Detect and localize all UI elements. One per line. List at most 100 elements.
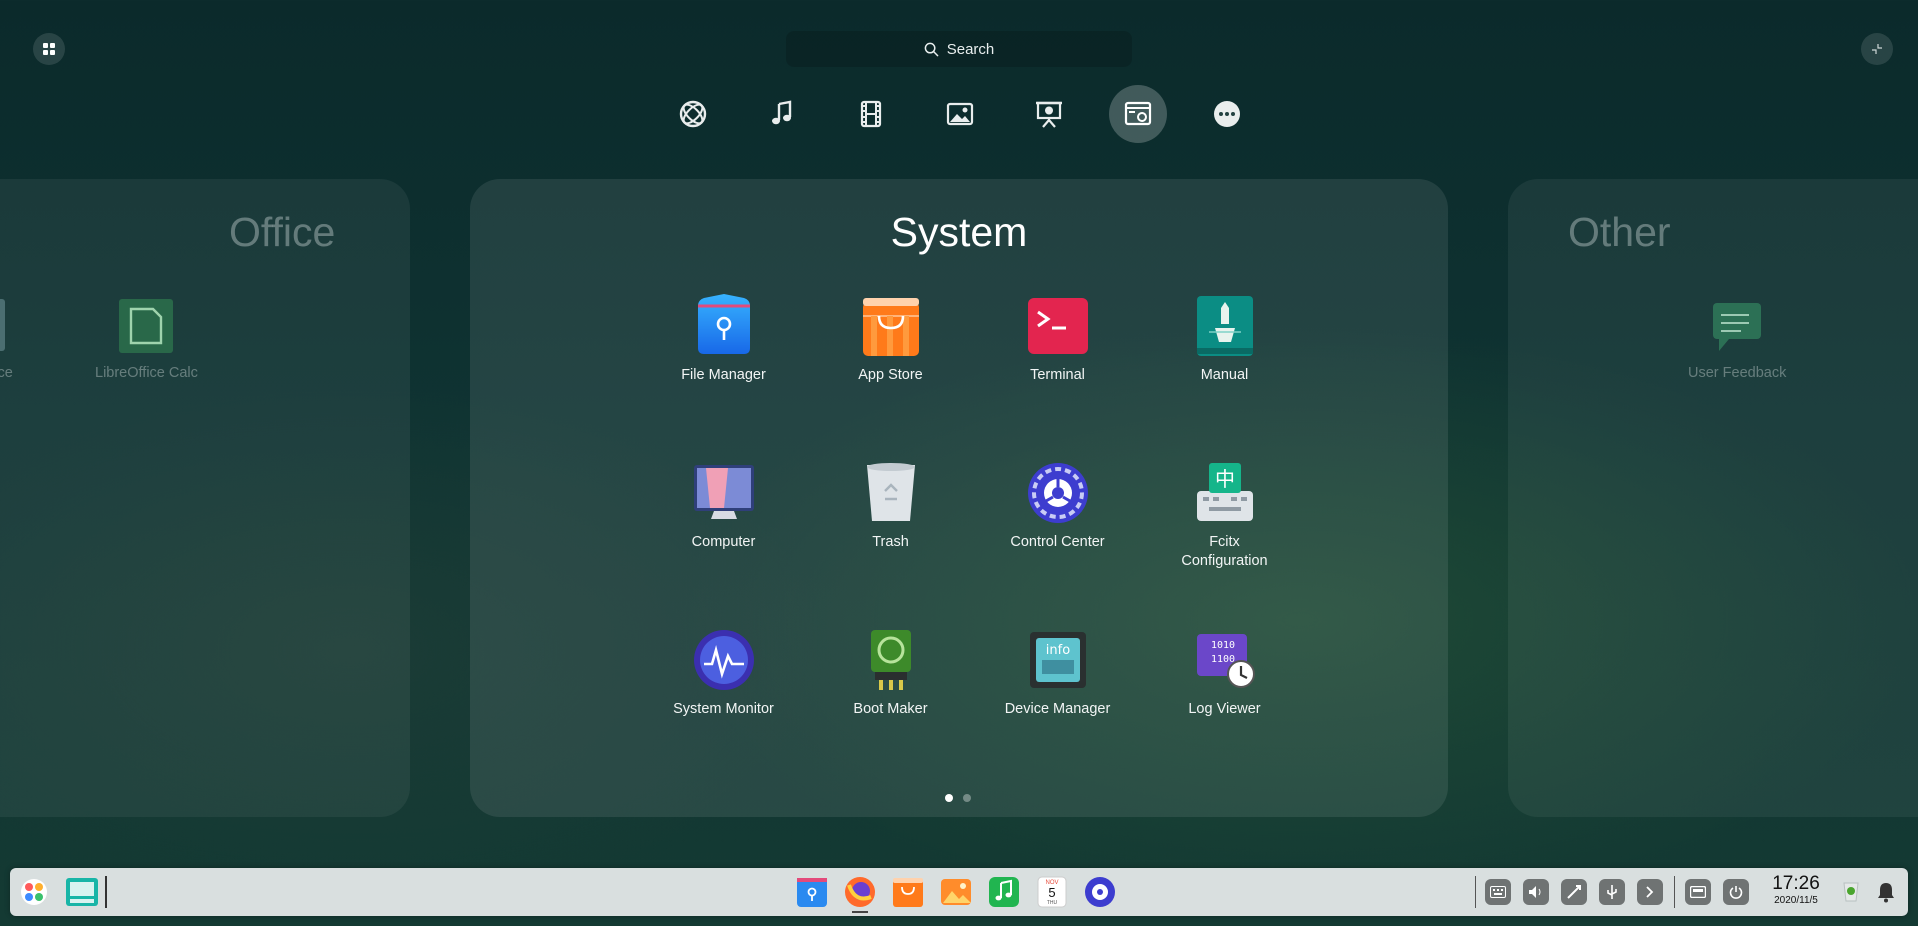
dock-music[interactable] (986, 874, 1022, 910)
app-label: User Feedback (1688, 365, 1787, 381)
multitasking-view-button[interactable] (64, 874, 100, 910)
control-center-icon (1027, 463, 1088, 523)
dock-app-store[interactable] (890, 874, 926, 910)
libreoffice-calc-icon (119, 299, 174, 353)
app-label: Control Center (1010, 534, 1105, 550)
system-monitor-icon (693, 630, 754, 690)
multitasking-icon (66, 878, 98, 906)
music-icon (989, 877, 1019, 907)
category-panel-office[interactable]: Office Office LibreOffice Calc (0, 179, 410, 817)
dock-calendar[interactable]: NOV 5 THU (1034, 874, 1070, 910)
show-desktop-button[interactable] (1685, 879, 1711, 905)
category-video[interactable] (842, 85, 900, 143)
clock[interactable]: 17:26 2020/11/5 (1766, 874, 1826, 908)
app-grid: File Manager App Store Terminal Manual C… (640, 294, 1310, 795)
app-computer[interactable]: Computer (640, 461, 807, 628)
category-graphics[interactable] (931, 85, 989, 143)
dock-file-manager[interactable] (794, 874, 830, 910)
search-box[interactable]: Search (786, 31, 1132, 67)
desktop-icon (1690, 886, 1706, 898)
clock-time: 17:26 (1772, 873, 1820, 894)
app-store-icon (893, 878, 923, 907)
app-label: LibreOffice Calc (95, 365, 198, 381)
app-label: Trash (872, 534, 909, 550)
page-indicator (945, 794, 971, 802)
page-dot-1[interactable] (945, 794, 953, 802)
keyboard-icon (1490, 886, 1506, 898)
network-button[interactable] (1561, 879, 1587, 905)
power-icon (1729, 886, 1743, 899)
category-office[interactable] (1020, 85, 1078, 143)
category-internet[interactable] (664, 85, 722, 143)
firefox-icon (845, 877, 875, 907)
category-other[interactable] (1198, 85, 1256, 143)
tray-separator (1475, 876, 1476, 908)
log-viewer-icon: 1010 1100 (1196, 634, 1255, 688)
boot-maker-icon (870, 630, 911, 690)
panel-title: Office (229, 209, 336, 255)
app-boot-maker[interactable]: Boot Maker (807, 628, 974, 795)
dock-firefox[interactable] (842, 874, 878, 910)
category-bar (664, 85, 1256, 145)
category-music[interactable] (753, 85, 811, 143)
svg-text:1010: 1010 (1210, 640, 1234, 651)
app-manual[interactable]: Manual (1141, 294, 1308, 461)
search-label: Search (946, 40, 995, 58)
app-log-viewer[interactable]: 1010 1100 Log Viewer (1141, 628, 1308, 795)
expand-tray-button[interactable] (1637, 879, 1663, 905)
onboard-keyboard-button[interactable] (1485, 879, 1511, 905)
chevron-right-icon (1646, 886, 1654, 898)
image-viewer-icon (941, 879, 971, 905)
app-label: Log Viewer (1188, 701, 1261, 717)
manual-icon (1196, 296, 1253, 356)
notification-button[interactable] (1872, 874, 1900, 910)
dock-image-viewer[interactable] (938, 874, 974, 910)
app-trash[interactable]: Trash (807, 461, 974, 628)
app-libreoffice-calc[interactable]: LibreOffice Calc (95, 297, 198, 381)
page-dot-2[interactable] (963, 794, 971, 802)
bell-icon (1878, 883, 1894, 903)
app-label: System Monitor (673, 701, 774, 717)
grid-icon (43, 43, 55, 55)
app-device-manager[interactable]: info Device Manager (974, 628, 1141, 795)
usb-button[interactable] (1599, 879, 1625, 905)
app-fcitx-configuration[interactable]: 中 Fcitx Configuration (1141, 461, 1308, 628)
panel-title: System (890, 209, 1028, 255)
tray-app-icon[interactable] (1837, 874, 1865, 910)
clock-date: 2020/11/5 (1774, 895, 1818, 906)
calendar-icon: NOV 5 THU (1037, 876, 1067, 908)
system-window-icon (1124, 101, 1152, 126)
category-panel-other[interactable]: Other User Feedback (1508, 179, 1918, 817)
power-button[interactable] (1723, 879, 1749, 905)
panel-title: Other (1568, 209, 1671, 255)
launcher-button[interactable] (16, 874, 52, 910)
presentation-icon (1036, 101, 1062, 128)
app-terminal[interactable]: Terminal (974, 294, 1141, 461)
app-file-manager[interactable]: File Manager (640, 294, 807, 461)
category-system[interactable] (1109, 85, 1167, 143)
app-control-center[interactable]: Control Center (974, 461, 1141, 628)
volume-button[interactable] (1523, 879, 1549, 905)
app-store-icon (862, 298, 919, 356)
image-icon (946, 102, 974, 126)
app-app-store[interactable]: App Store (807, 294, 974, 461)
app-label: Computer (691, 534, 756, 550)
dock: NOV 5 THU 17:26 2020/11/5 (10, 868, 1908, 916)
control-center-icon (1085, 877, 1115, 907)
terminal-icon (1027, 298, 1088, 354)
film-icon (860, 100, 882, 128)
app-label: Office (0, 365, 13, 381)
fullscreen-launcher-mode-button[interactable] (33, 33, 65, 65)
app-user-feedback[interactable]: User Feedback (1688, 297, 1786, 381)
search-icon (924, 42, 939, 56)
dock-separator (105, 876, 107, 908)
globe-icon (679, 100, 707, 128)
dock-control-center[interactable] (1082, 874, 1118, 910)
exit-fullscreen-button[interactable] (1861, 33, 1893, 65)
computer-icon (693, 465, 754, 519)
svg-text:中: 中 (1215, 467, 1235, 491)
app-office[interactable]: Office (0, 297, 23, 381)
file-manager-icon (797, 878, 827, 907)
app-system-monitor[interactable]: System Monitor (640, 628, 807, 795)
tray-separator (1674, 876, 1675, 908)
